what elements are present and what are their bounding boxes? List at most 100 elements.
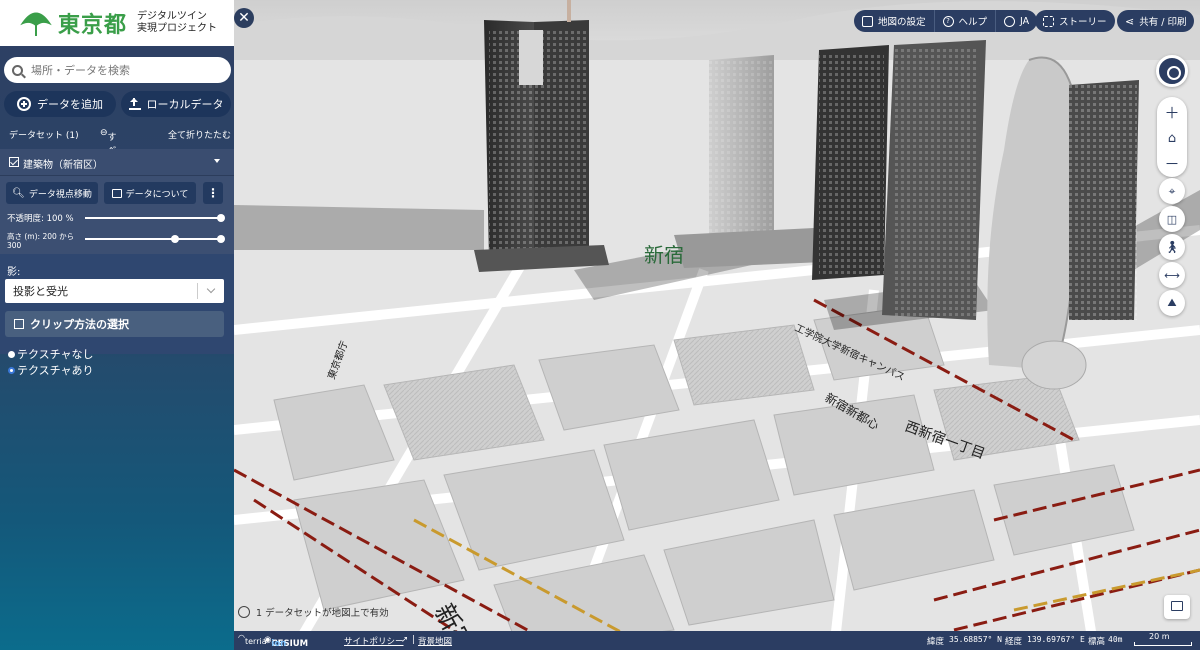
magnifier-icon: 🔍︎ <box>12 187 25 199</box>
zoom-to-button[interactable]: 🔍︎ データ視点移動 <box>6 182 98 204</box>
tool-buttons: ⌖ ◫ 🚶︎ ⟷ ⛰︎ <box>1157 178 1187 318</box>
top-toolbar: 地図の設定 ? ヘルプ JA <box>854 10 1038 32</box>
shadow-select-value: 投影と受光 <box>13 285 68 298</box>
help-button[interactable]: ? ヘルプ <box>935 10 997 32</box>
zoom-in-button[interactable]: ＋ <box>1157 97 1187 127</box>
terria-logo: ◠ terria <box>238 633 267 646</box>
search-placeholder: 場所・データを検索 <box>31 64 130 77</box>
dataset-count: データセット (1) <box>9 131 79 141</box>
about-data-button[interactable]: データについて <box>104 182 196 204</box>
brand-subtitle-line2: 実現プロジェクト <box>137 23 218 34</box>
longitude-label: 経度 <box>1005 637 1023 647</box>
elevation-value: 40m <box>1108 635 1123 644</box>
local-data-label: ローカルデータ <box>146 98 224 111</box>
shadow-select[interactable]: 投影と受光 <box>5 279 224 303</box>
workbench-item-header[interactable]: 建築物（新宿区） <box>0 149 234 176</box>
remove-all-button[interactable]: ⊖ すべて削除 <box>100 128 117 195</box>
latitude-value: 35.68857° N <box>949 635 1002 644</box>
help-label: ヘルプ <box>958 17 988 28</box>
latitude-label: 緯度 <box>927 637 945 647</box>
language-button[interactable]: JA <box>996 10 1037 32</box>
search-icon <box>12 64 23 76</box>
status-divider: | <box>412 635 415 645</box>
clip-label: クリップ方法の選択 <box>30 318 129 331</box>
pedestrian-icon: 🚶︎ <box>1164 240 1180 254</box>
feedback-icon <box>1171 601 1183 611</box>
height-max-handle[interactable] <box>217 235 225 243</box>
ion-label: ion <box>271 639 287 649</box>
map-3d-view[interactable]: 新宿駅 西新宿一丁目 新宿新都心 工学院大学新宿キャンパス 新宿 東京都庁 <box>234 0 1200 650</box>
map-settings-button[interactable]: 地図の設定 <box>854 10 935 32</box>
basemap-link[interactable]: 背景地図 <box>418 635 452 647</box>
pedestrian-mode-button[interactable]: 🚶︎ <box>1159 234 1185 260</box>
notice-text: 1 データセットが地図上で有効 <box>256 608 389 619</box>
visibility-checkbox[interactable] <box>9 157 19 167</box>
terrain-icon: ⛰︎ <box>1167 296 1177 309</box>
home-button[interactable]: ⌂ <box>1157 127 1187 149</box>
clip-checkbox[interactable] <box>14 319 24 329</box>
chevron-down-icon <box>206 284 216 294</box>
about-data-label: データについて <box>125 189 189 200</box>
globe-icon <box>1004 15 1016 27</box>
caret-down-icon[interactable] <box>214 159 220 163</box>
share-seg: ⋖ 共有 / 印刷 <box>1117 10 1194 32</box>
longitude-value: 139.69767° E <box>1027 635 1085 644</box>
compare-icon: ◫ <box>1166 212 1178 226</box>
zoom-to-label: データ視点移動 <box>28 189 92 200</box>
collapse-all-button[interactable]: 全て折りたたむ <box>168 128 231 141</box>
dataset-toolbar: データセット (1) ⊖ すべて削除 全て折りたたむ <box>0 126 234 195</box>
layers-icon <box>862 15 873 27</box>
side-panel: 東京都 デジタルツイン 実現プロジェクト 場所・データを検索 データを追加 ロー… <box>0 0 234 650</box>
feedback-button[interactable] <box>1164 595 1190 619</box>
texture-on-radio[interactable]: テクスチャあり <box>8 362 94 378</box>
help-icon: ? <box>942 15 954 27</box>
opacity-slider[interactable] <box>85 217 222 219</box>
home-icon: ⌂ <box>1167 130 1177 146</box>
story-button[interactable]: ストーリー <box>1035 10 1115 32</box>
local-data-button[interactable]: ローカルデータ <box>121 91 231 117</box>
scale-bar <box>1134 642 1192 646</box>
share-print-button[interactable]: ⋖ 共有 / 印刷 <box>1117 10 1195 32</box>
site-policy-link[interactable]: サイトポリシー <box>344 635 404 647</box>
share-label: 共有 / 印刷 <box>1139 17 1187 28</box>
zoom-out-button[interactable]: － <box>1157 149 1187 177</box>
height-range-slider[interactable] <box>85 238 222 240</box>
add-circle-icon <box>17 97 31 111</box>
clip-method-toggle[interactable]: クリップ方法の選択 <box>5 311 224 337</box>
measure-tool-button[interactable]: ⟷ <box>1159 262 1185 288</box>
radio-dot-icon <box>8 350 15 358</box>
close-icon: ✕ <box>238 10 250 26</box>
opacity-slider-handle[interactable] <box>217 214 225 222</box>
ginkgo-logo-icon <box>20 8 52 38</box>
more-vertical-icon: ⋮ <box>207 186 219 200</box>
brand-subtitle: デジタルツイン 実現プロジェクト <box>137 11 217 35</box>
opacity-label: 不透明度: 100 % <box>7 214 74 224</box>
map-settings-label: 地図の設定 <box>878 17 926 28</box>
active-dataset-notice: 1 データセットが地図上で有効 <box>234 603 389 621</box>
plus-icon: ＋ <box>1164 103 1180 122</box>
building-grey-tower <box>882 40 986 320</box>
brand-header: 東京都 デジタルツイン 実現プロジェクト <box>0 0 234 46</box>
language-label: JA <box>1020 15 1030 27</box>
split-compare-button[interactable]: ◫ <box>1159 206 1185 232</box>
measure-icon: ⟷ <box>1164 268 1180 282</box>
terrain-tool-button[interactable]: ⛰︎ <box>1159 290 1185 316</box>
more-options-button[interactable]: ⋮ <box>203 182 223 204</box>
search-input[interactable]: 場所・データを検索 <box>4 57 231 83</box>
my-location-button[interactable]: ⌖ <box>1159 178 1185 204</box>
texture-none-radio[interactable]: テクスチャなし <box>8 346 94 362</box>
cesium-logo[interactable]: ◉ CESIUM ion <box>264 635 308 649</box>
share-icon: ⋖ <box>1125 14 1135 28</box>
height-min-handle[interactable] <box>171 235 179 243</box>
texture-on-label: テクスチャあり <box>17 364 94 377</box>
external-link-icon: ↗ <box>401 635 409 645</box>
compass-control[interactable] <box>1156 55 1188 87</box>
scale-label: 20 m <box>1149 632 1170 641</box>
add-data-button[interactable]: データを追加 <box>4 91 116 117</box>
status-bar: ◠ terria ◉ CESIUM ion サイトポリシー ↗ | 背景地図 緯… <box>234 631 1200 650</box>
brand-subtitle-line1: デジタルツイン <box>137 11 207 22</box>
close-panel-button[interactable]: ✕ <box>234 8 254 28</box>
height-label-line1: 高さ (m): 200 から <box>7 232 75 241</box>
height-label: 高さ (m): 200 から 300 <box>7 232 74 250</box>
story-label: ストーリー <box>1059 17 1107 28</box>
